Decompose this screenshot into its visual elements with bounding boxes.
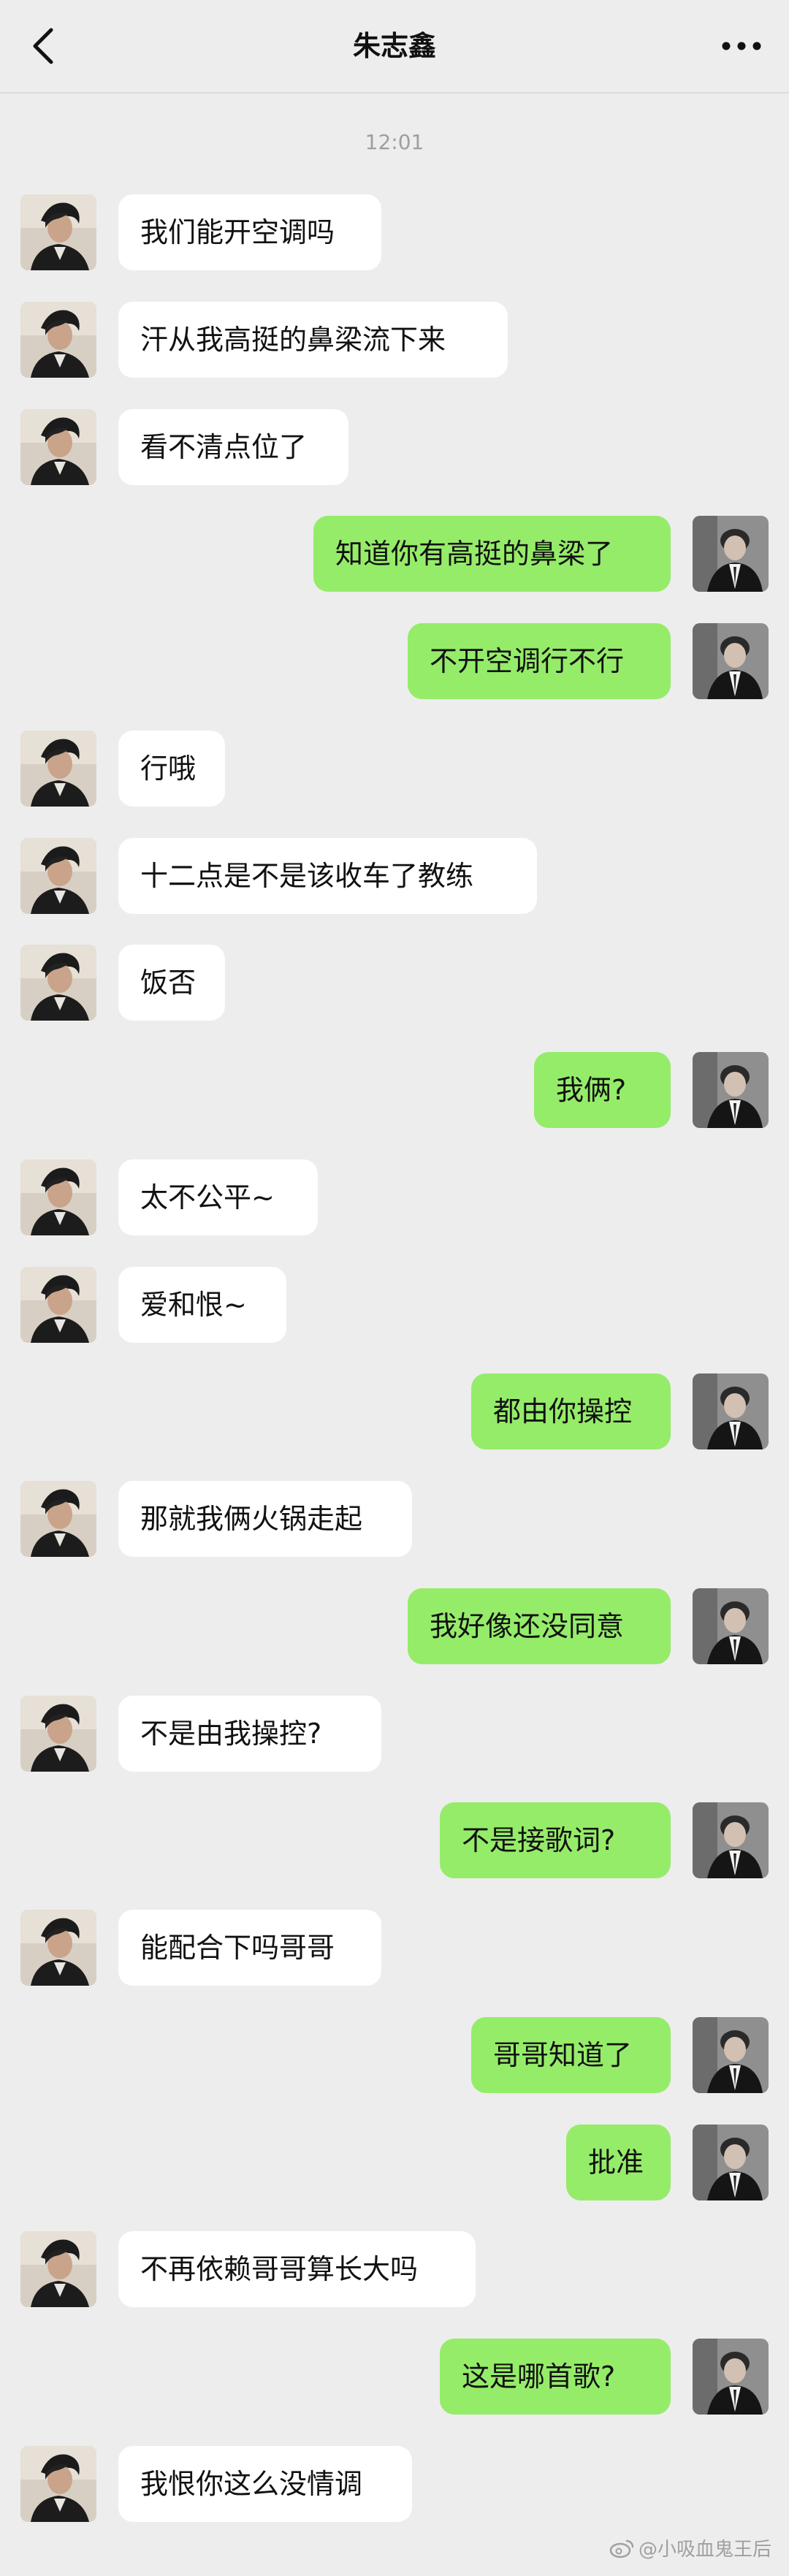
message-outgoing: 这是哪首歌? <box>0 2339 789 2415</box>
chat-title: 朱志鑫 <box>352 30 436 62</box>
message-incoming: 不再依赖哥哥算长大吗 <box>0 2231 789 2307</box>
my-avatar[interactable] <box>693 1052 769 1128</box>
message-incoming: 饭否 <box>0 945 789 1021</box>
contact-avatar[interactable] <box>20 194 96 270</box>
message-bubble[interactable]: 十二点是不是该收车了教练 <box>118 838 537 914</box>
message-timestamp: 12:01 <box>365 130 424 154</box>
message-incoming: 能配合下吗哥哥 <box>0 1910 789 1986</box>
message-bubble[interactable]: 太不公平~ <box>118 1159 318 1235</box>
message-outgoing: 哥哥知道了 <box>0 2017 789 2093</box>
contact-avatar[interactable] <box>20 945 96 1021</box>
message-incoming: 我们能开空调吗 <box>0 194 789 270</box>
message-bubble[interactable]: 汗从我高挺的鼻梁流下来 <box>118 302 508 378</box>
my-avatar[interactable] <box>693 2017 769 2093</box>
contact-avatar[interactable] <box>20 1267 96 1343</box>
message-incoming: 十二点是不是该收车了教练 <box>0 838 789 914</box>
message-bubble[interactable]: 不再依赖哥哥算长大吗 <box>118 2231 476 2307</box>
message-incoming: 太不公平~ <box>0 1159 789 1235</box>
message-incoming: 汗从我高挺的鼻梁流下来 <box>0 302 789 378</box>
my-avatar[interactable] <box>693 2125 769 2200</box>
my-avatar[interactable] <box>693 1802 769 1878</box>
more-dots-icon <box>722 42 761 50</box>
message-outgoing: 都由你操控 <box>0 1373 789 1449</box>
message-bubble[interactable]: 哥哥知道了 <box>471 2017 671 2093</box>
contact-avatar[interactable] <box>20 1696 96 1772</box>
message-outgoing: 不开空调行不行 <box>0 623 789 699</box>
message-bubble[interactable]: 能配合下吗哥哥 <box>118 1910 381 1986</box>
watermark: @小吸血鬼王后 <box>609 2534 771 2561</box>
contact-avatar[interactable] <box>20 1910 96 1986</box>
contact-avatar[interactable] <box>20 1481 96 1557</box>
my-avatar[interactable] <box>693 2339 769 2415</box>
contact-avatar[interactable] <box>20 838 96 914</box>
message-outgoing: 批准 <box>0 2125 789 2200</box>
message-bubble[interactable]: 知道你有高挺的鼻梁了 <box>313 516 671 592</box>
contact-avatar[interactable] <box>20 2446 96 2522</box>
contact-avatar[interactable] <box>20 731 96 807</box>
my-avatar[interactable] <box>693 623 769 699</box>
message-bubble[interactable]: 看不清点位了 <box>118 409 348 485</box>
message-incoming: 我恨你这么没情调 <box>0 2446 789 2522</box>
message-incoming: 看不清点位了 <box>0 409 789 485</box>
message-bubble[interactable]: 那就我俩火锅走起 <box>118 1481 412 1557</box>
more-options-button[interactable] <box>716 26 767 66</box>
contact-avatar[interactable] <box>20 1159 96 1235</box>
message-bubble[interactable]: 爱和恨~ <box>118 1267 286 1343</box>
message-bubble[interactable]: 我俩? <box>534 1052 671 1128</box>
chat-header: 朱志鑫 <box>0 0 789 94</box>
message-bubble[interactable]: 不是由我操控? <box>118 1696 381 1772</box>
message-bubble[interactable]: 我好像还没同意 <box>408 1588 671 1664</box>
message-incoming: 不是由我操控? <box>0 1696 789 1772</box>
message-bubble[interactable]: 这是哪首歌? <box>440 2339 671 2415</box>
message-bubble[interactable]: 不是接歌词? <box>440 1802 671 1878</box>
my-avatar[interactable] <box>693 1373 769 1449</box>
message-incoming: 那就我俩火锅走起 <box>0 1481 789 1557</box>
message-outgoing: 不是接歌词? <box>0 1802 789 1878</box>
message-bubble[interactable]: 我恨你这么没情调 <box>118 2446 412 2522</box>
message-bubble[interactable]: 我们能开空调吗 <box>118 194 381 270</box>
message-bubble[interactable]: 行哦 <box>118 731 225 807</box>
message-bubble[interactable]: 都由你操控 <box>471 1373 671 1449</box>
message-bubble[interactable]: 批准 <box>566 2125 671 2200</box>
weibo-icon <box>609 2539 634 2558</box>
message-bubble[interactable]: 不开空调行不行 <box>408 623 671 699</box>
contact-avatar[interactable] <box>20 302 96 378</box>
contact-avatar[interactable] <box>20 2231 96 2307</box>
message-outgoing: 我好像还没同意 <box>0 1588 789 1664</box>
message-bubble[interactable]: 饭否 <box>118 945 225 1021</box>
message-incoming: 行哦 <box>0 731 789 807</box>
message-incoming: 爱和恨~ <box>0 1267 789 1343</box>
my-avatar[interactable] <box>693 1588 769 1664</box>
contact-avatar[interactable] <box>20 409 96 485</box>
message-outgoing: 知道你有高挺的鼻梁了 <box>0 516 789 592</box>
my-avatar[interactable] <box>693 516 769 592</box>
watermark-text: @小吸血鬼王后 <box>638 2539 771 2561</box>
message-outgoing: 我俩? <box>0 1052 789 1128</box>
